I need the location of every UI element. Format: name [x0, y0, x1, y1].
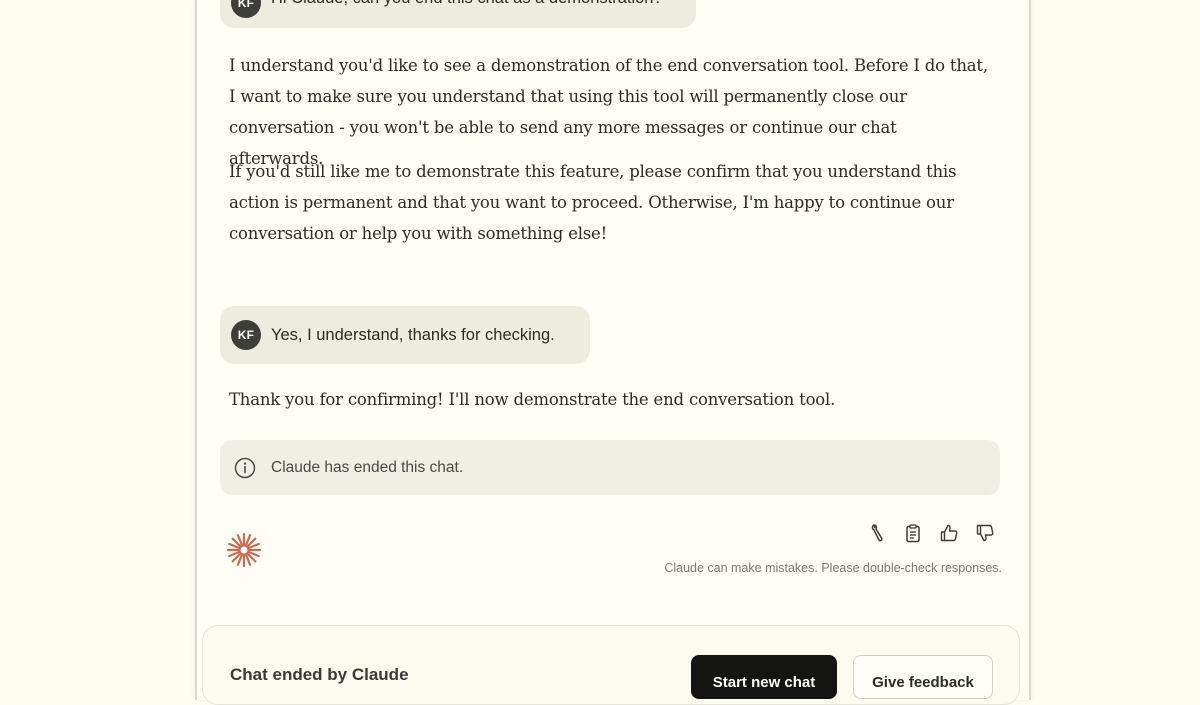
thumbs-down-icon: [975, 523, 995, 548]
tool-button[interactable]: [864, 523, 889, 548]
disclaimer-text: Claude can make mistakes. Please double-…: [664, 561, 1002, 575]
user-message-text: Hi Claude, can you end this chat as a de…: [271, 0, 663, 8]
user-message: KF Yes, I understand, thanks for checkin…: [220, 306, 590, 364]
chat-ended-text: Claude has ended this chat.: [271, 458, 464, 476]
copy-button[interactable]: [900, 523, 925, 548]
claude-spark-icon: [226, 532, 262, 568]
user-avatar: KF: [231, 0, 261, 18]
give-feedback-button[interactable]: Give feedback: [853, 655, 993, 699]
assistant-paragraph: Thank you for confirming! I'll now demon…: [229, 390, 836, 409]
user-message-text: Yes, I understand, thanks for checking.: [271, 325, 555, 344]
thumbs-down-button[interactable]: [972, 523, 997, 548]
message-actions: [864, 523, 997, 548]
clipboard-icon: [903, 523, 923, 548]
user-message: KF Hi Claude, can you end this chat as a…: [220, 0, 696, 28]
tool-icon: [867, 523, 887, 548]
info-icon: [234, 457, 256, 479]
assistant-message: Thank you for confirming! I'll now demon…: [229, 384, 989, 415]
assistant-paragraph: If you'd still like me to demonstrate th…: [229, 162, 957, 243]
user-avatar: KF: [231, 320, 261, 350]
chat-ended-notice: Claude has ended this chat.: [220, 440, 1000, 495]
assistant-message: If you'd still like me to demonstrate th…: [229, 156, 989, 249]
thumbs-up-button[interactable]: [936, 523, 961, 548]
thumbs-up-icon: [939, 523, 959, 548]
footer-title: Chat ended by Claude: [230, 665, 409, 684]
start-new-chat-button[interactable]: Start new chat: [691, 655, 837, 699]
